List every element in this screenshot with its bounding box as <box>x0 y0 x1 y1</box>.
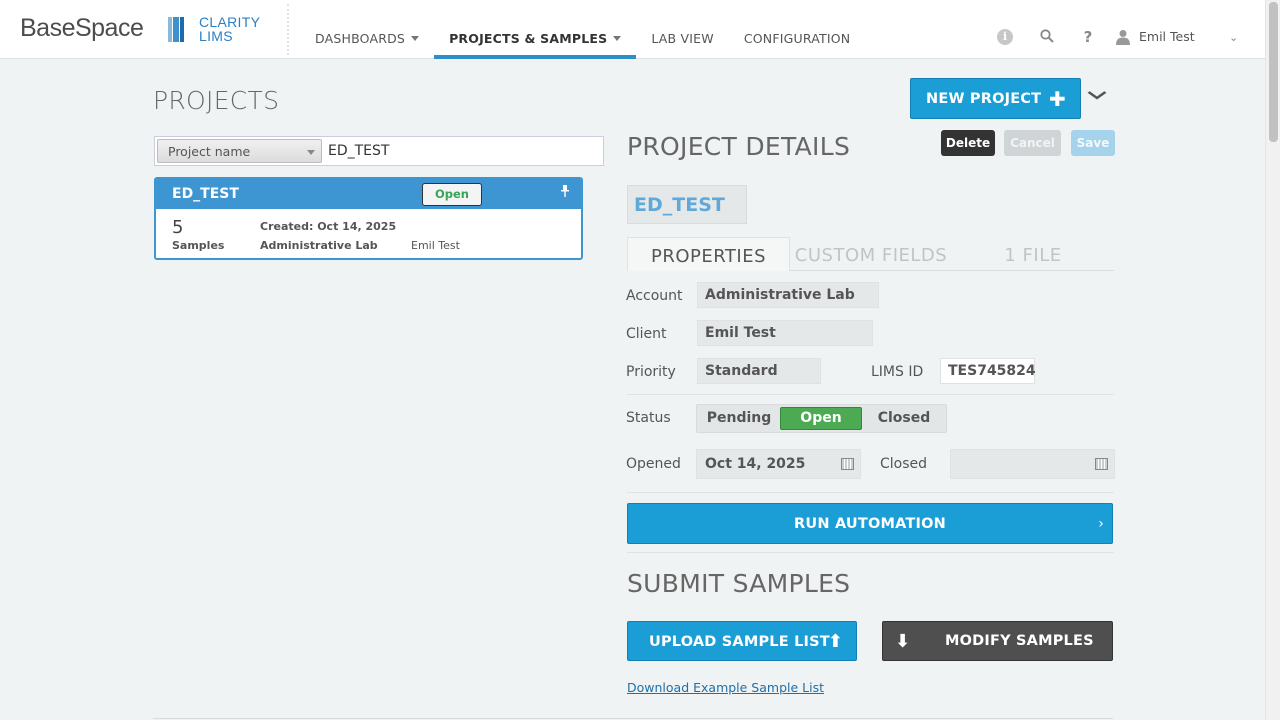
details-tabs: PROPERTIES CUSTOM FIELDS 1 FILE <box>627 237 1114 271</box>
divider <box>627 552 1114 553</box>
help-icon[interactable]: ? <box>1080 29 1096 45</box>
search-icon[interactable] <box>1039 29 1055 45</box>
caret-down-icon <box>613 36 622 41</box>
sample-count: 5 <box>172 217 184 238</box>
upload-sample-list-button[interactable]: UPLOAD SAMPLE LIST ⬆ <box>627 621 857 661</box>
divider <box>153 718 1113 719</box>
project-card[interactable]: ED_TEST Open 5 Samples Created: Oct 14, … <box>154 177 583 260</box>
status-pending-option[interactable]: Pending <box>699 407 779 430</box>
nav-configuration[interactable]: CONFIGURATION <box>729 0 866 59</box>
search-input[interactable]: ED_TEST <box>328 143 389 159</box>
status-toggle: Pending Open Closed <box>696 404 947 433</box>
run-automation-button[interactable]: RUN AUTOMATION › <box>627 503 1113 544</box>
plus-icon: ✚ <box>1049 87 1066 111</box>
nav-lab-view[interactable]: LAB VIEW <box>636 0 728 59</box>
projects-heading: PROJECTS <box>153 86 280 115</box>
product-name: CLARITY LIMS <box>199 14 261 44</box>
scrollbar-thumb[interactable] <box>1269 2 1278 142</box>
top-bar: BaseSpace CLARITY LIMS DASHBOARDS PROJEC… <box>0 0 1265 59</box>
opened-label: Opened <box>626 456 681 472</box>
client-field: Emil Test <box>697 320 873 346</box>
caret-down-icon <box>411 36 420 41</box>
submit-samples-heading: SUBMIT SAMPLES <box>627 569 851 598</box>
chevron-right-icon: › <box>1098 516 1104 532</box>
nav-dashboards[interactable]: DASHBOARDS <box>300 0 434 59</box>
opened-date-field[interactable]: Oct 14, 2025 <box>696 449 861 479</box>
collapse-chevron-icon[interactable] <box>1087 84 1107 105</box>
user-name[interactable]: Emil Test <box>1139 29 1195 44</box>
priority-label: Priority <box>626 364 676 380</box>
new-project-button[interactable]: NEW PROJECT ✚ <box>910 78 1081 119</box>
account-label: Account <box>626 288 683 304</box>
lims-id-label: LIMS ID <box>871 364 924 380</box>
priority-field: Standard <box>697 358 821 384</box>
arrow-up-icon: ⬆ <box>827 631 843 652</box>
project-search: Project name ED_TEST <box>154 136 604 166</box>
status-open-option[interactable]: Open <box>780 407 862 430</box>
divider <box>627 492 1114 493</box>
arrow-down-icon: ⬇ <box>895 631 911 652</box>
user-icon[interactable] <box>1115 29 1131 45</box>
user-menu-chevron-icon[interactable]: ⌄ <box>1229 31 1238 44</box>
lims-id-field: TES745824 <box>940 358 1036 384</box>
calendar-icon[interactable] <box>841 458 854 470</box>
status-badge: Open <box>422 183 482 206</box>
page-scrollbar[interactable] <box>1265 0 1280 720</box>
caret-down-icon <box>307 150 315 155</box>
status-closed-option[interactable]: Closed <box>863 407 945 430</box>
account-field: Administrative Lab <box>697 282 879 308</box>
created-date: Created: Oct 14, 2025 <box>260 220 397 233</box>
pin-icon[interactable] <box>560 185 570 200</box>
save-button[interactable]: Save <box>1071 130 1115 156</box>
project-owner: Emil Test <box>411 239 460 252</box>
client-label: Client <box>626 326 667 342</box>
project-details-heading: PROJECT DETAILS <box>627 132 851 161</box>
search-field-select[interactable]: Project name <box>157 139 322 163</box>
delete-button[interactable]: Delete <box>941 130 995 156</box>
info-icon[interactable]: i <box>997 29 1013 45</box>
download-example-link[interactable]: Download Example Sample List <box>627 680 824 695</box>
tab-properties[interactable]: PROPERTIES <box>627 237 790 271</box>
brand-separator <box>287 4 293 55</box>
status-label: Status <box>626 410 671 426</box>
sample-count-label: Samples <box>172 239 225 252</box>
project-name-field[interactable]: ED_TEST <box>627 185 747 224</box>
tab-files[interactable]: 1 FILE <box>952 237 1114 271</box>
closed-label: Closed <box>880 456 928 472</box>
cancel-button[interactable]: Cancel <box>1004 130 1061 156</box>
modify-samples-button[interactable]: ⬇ MODIFY SAMPLES <box>882 621 1113 661</box>
basespace-logo[interactable]: BaseSpace <box>20 14 144 43</box>
project-card-name: ED_TEST <box>172 186 239 202</box>
project-card-header: ED_TEST Open <box>156 179 581 209</box>
closed-date-field[interactable] <box>950 449 1115 479</box>
calendar-icon[interactable] <box>1095 458 1108 470</box>
nav-projects-samples[interactable]: PROJECTS & SAMPLES <box>434 0 637 59</box>
project-account: Administrative Lab <box>260 239 378 252</box>
divider <box>627 394 1114 395</box>
main-nav: DASHBOARDS PROJECTS & SAMPLES LAB VIEW C… <box>300 0 865 59</box>
tab-custom-fields[interactable]: CUSTOM FIELDS <box>790 237 952 271</box>
clarity-logo-mark <box>168 17 186 42</box>
